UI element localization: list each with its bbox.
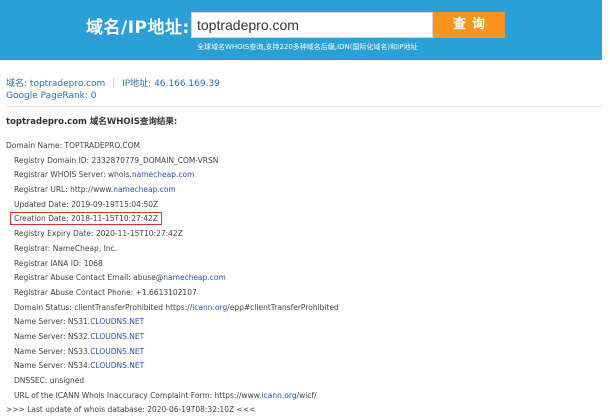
whois-text: DNSSEC: unsigned: [14, 376, 85, 385]
whois-link[interactable]: icann.org: [262, 391, 297, 400]
whois-line: Updated Date: 2019-09-19T15:04:50Z: [6, 198, 602, 213]
whois-text: Registrar Abuse Contact Email: abuse@: [14, 273, 164, 283]
whois-link[interactable]: CLOUDNS.NET: [90, 361, 144, 370]
whois-text: Registrar Abuse Contact Phone: +1.661310…: [14, 287, 197, 297]
whois-text: Registrar IANA ID: 1068: [14, 258, 103, 268]
whois-text: Name Server: NS34.: [14, 361, 91, 371]
whois-text: Registrar: NameCheap, Inc.: [14, 243, 118, 253]
whois-text: Registry Expiry Date: 2020-11-15T10:27:4…: [14, 229, 183, 239]
whois-line: Registry Domain ID: 2332870779_DOMAIN_CO…: [6, 154, 602, 169]
info-separator: [113, 78, 115, 87]
whois-line: >>> Last update of whois database: 2020-…: [6, 403, 602, 417]
whois-record: Domain Name: TOPTRADEPRO.COM Registry Dom…: [6, 139, 602, 417]
whois-line-creation-date: Creation Date: 2018-11-15T10:27:42Z: [6, 212, 602, 227]
pagerank: Google PageRank: 0: [6, 91, 97, 101]
search-label: 域名/IP地址:: [86, 18, 190, 38]
highlight-box: Creation Date: 2018-11-15T10:27:42Z: [10, 212, 162, 226]
search-button[interactable]: 查询: [433, 12, 505, 38]
search-input[interactable]: toptradepro.com: [191, 12, 433, 38]
whois-text: Domain Name: TOPTRADEPRO.COM: [6, 141, 140, 150]
domain-link[interactable]: toptradepro.com: [30, 79, 105, 89]
whois-line: Name Server: NS32.CLOUDNS.NET: [6, 330, 602, 345]
whois-text: >>> Last update of whois database: 2020-…: [6, 405, 256, 415]
whois-text: Name Server: NS32.: [14, 331, 91, 341]
whois-line: DNSSEC: unsigned: [6, 374, 602, 389]
whois-line: Domain Name: TOPTRADEPRO.COM: [6, 139, 602, 154]
whois-line: Domain Status: clientTransferProhibited …: [6, 301, 602, 316]
whois-text: URL of the ICANN Whois Inaccuracy Compla…: [14, 390, 262, 400]
result-title: toptradepro.com 域名WHOIS查询结果:: [6, 117, 178, 127]
whois-line: Registrar WHOIS Server: whois.namecheap.…: [6, 168, 602, 183]
whois-text: /epp#clientTransferProhibited: [227, 302, 339, 312]
whois-text: Domain Status: clientTransferProhibited …: [14, 302, 193, 312]
whois-text: Name Server: NS33.: [14, 346, 91, 356]
whois-text: Registry Domain ID: 2332870779_DOMAIN_CO…: [14, 155, 219, 165]
whois-text: Updated Date: 2019-09-19T15:04:50Z: [14, 199, 159, 209]
whois-text: Registrar URL: http://www.: [14, 185, 114, 195]
whois-link[interactable]: CLOUDNS.NET: [90, 332, 144, 341]
whois-text: Registrar WHOIS Server: whois.: [14, 170, 132, 180]
whois-text: Creation Date: 2018-11-15T10:27:42Z: [14, 214, 158, 224]
ip-link[interactable]: 46.166.169.39: [154, 79, 220, 89]
whois-line: Name Server: NS33.CLOUDNS.NET: [6, 345, 602, 360]
whois-text: /wicf/: [296, 390, 317, 400]
whois-link[interactable]: CLOUDNS.NET: [90, 347, 144, 356]
domain-label: 域名:: [6, 79, 28, 89]
divider: [6, 106, 602, 107]
whois-link[interactable]: CLOUDNS.NET: [90, 317, 144, 326]
ip-label: IP地址:: [122, 79, 152, 89]
search-banner: 域名/IP地址: toptradepro.com 查询 全球域名WHOIS查询,…: [0, 0, 602, 60]
banner-subtitle: 全球域名WHOIS查询,支持220多种域名后缀,IDN(国际化域名)和IP地址: [197, 43, 418, 51]
domain-info: 域名: toptradepro.com IP地址: 46.166.169.39: [6, 76, 220, 89]
whois-line: URL of the ICANN Whois Inaccuracy Compla…: [6, 389, 602, 404]
whois-line: Registry Expiry Date: 2020-11-15T10:27:4…: [6, 227, 602, 242]
whois-link[interactable]: namecheap.com: [113, 185, 176, 194]
whois-line: Registrar Abuse Contact Email: abuse@nam…: [6, 271, 602, 286]
whois-line: Registrar URL: http://www.namecheap.com: [6, 183, 602, 198]
whois-text: Name Server: NS31.: [14, 317, 91, 327]
whois-link[interactable]: icann.org: [192, 303, 227, 312]
whois-line: Name Server: NS34.CLOUDNS.NET: [6, 359, 602, 374]
whois-line: Registrar: NameCheap, Inc.: [6, 242, 602, 257]
whois-line: Registrar Abuse Contact Phone: +1.661310…: [6, 286, 602, 301]
whois-line: Registrar IANA ID: 1068: [6, 257, 602, 272]
whois-line: Name Server: NS31.CLOUDNS.NET: [6, 315, 602, 330]
whois-link[interactable]: namecheap.com: [163, 273, 226, 282]
whois-link[interactable]: namecheap.com: [132, 170, 195, 179]
